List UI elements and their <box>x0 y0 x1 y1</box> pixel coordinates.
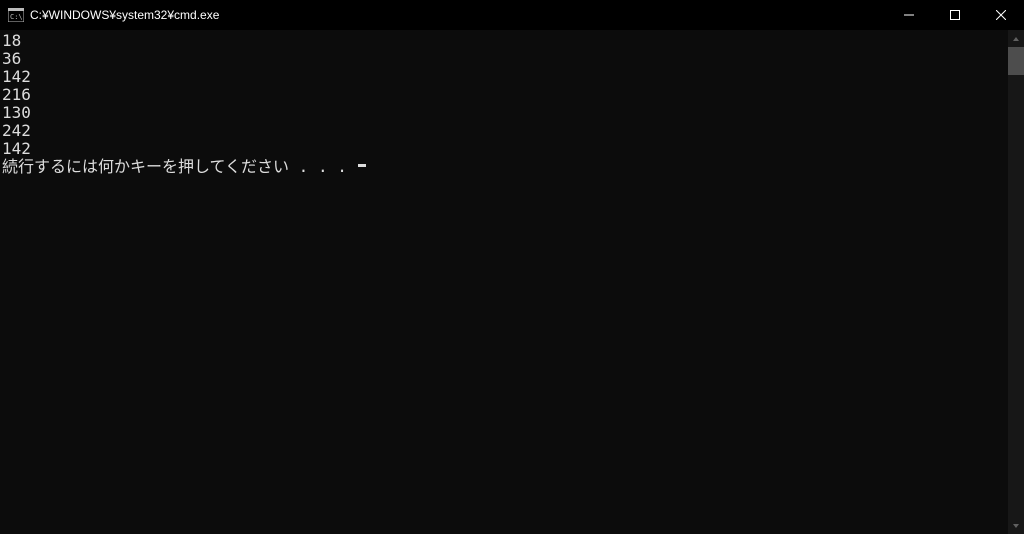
console-output[interactable]: 18 36 142 216 130 242 142 続行するには何かキーを押して… <box>0 30 1024 534</box>
output-line: 142 <box>2 140 1024 158</box>
scroll-down-arrow-icon[interactable] <box>1008 517 1024 534</box>
output-line: 36 <box>2 50 1024 68</box>
output-line: 142 <box>2 68 1024 86</box>
window-controls <box>886 0 1024 29</box>
maximize-button[interactable] <box>932 0 978 30</box>
titlebar-left: C:\ C:¥WINDOWS¥system32¥cmd.exe <box>8 8 219 22</box>
scroll-up-arrow-icon[interactable] <box>1008 30 1024 47</box>
close-button[interactable] <box>978 0 1024 30</box>
output-line: 18 <box>2 32 1024 50</box>
svg-text:C:\: C:\ <box>10 13 23 21</box>
prompt-text: 続行するには何かキーを押してください . . . <box>2 158 356 176</box>
scroll-thumb[interactable] <box>1008 47 1024 75</box>
minimize-button[interactable] <box>886 0 932 30</box>
output-line: 130 <box>2 104 1024 122</box>
cmd-icon: C:\ <box>8 8 24 22</box>
output-line: 216 <box>2 86 1024 104</box>
cursor <box>358 164 366 167</box>
output-line: 242 <box>2 122 1024 140</box>
prompt-line: 続行するには何かキーを押してください . . . <box>2 158 1024 176</box>
vertical-scrollbar[interactable] <box>1008 30 1024 534</box>
window-titlebar[interactable]: C:\ C:¥WINDOWS¥system32¥cmd.exe <box>0 0 1024 30</box>
window-title: C:¥WINDOWS¥system32¥cmd.exe <box>30 8 219 22</box>
